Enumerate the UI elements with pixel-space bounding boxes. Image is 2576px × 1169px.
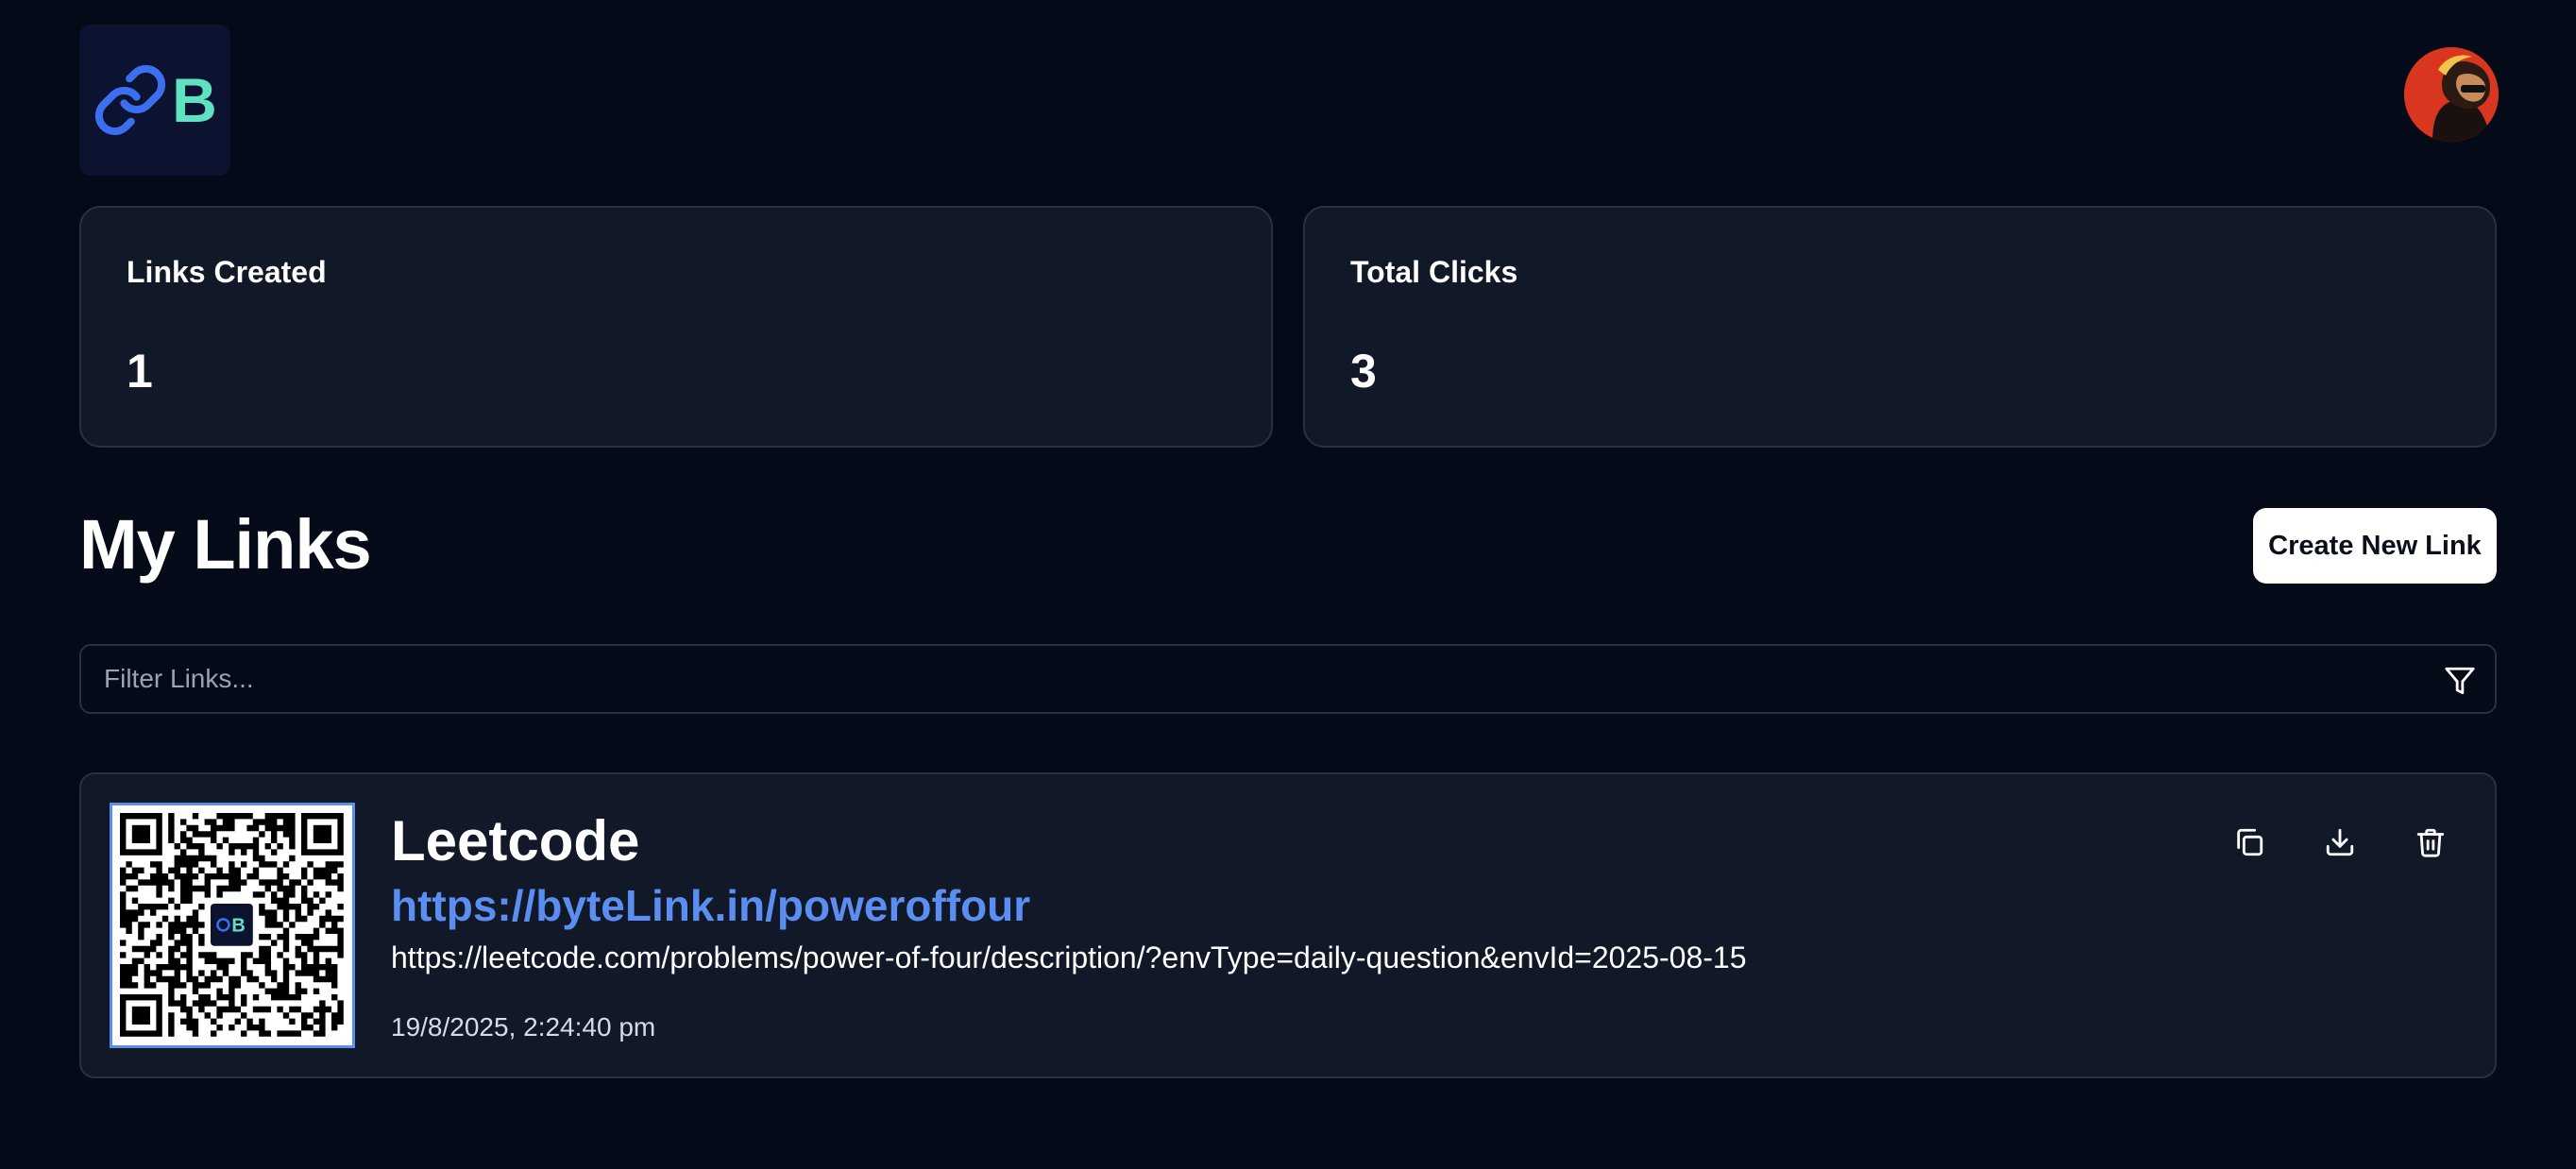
original-url: https://leetcode.com/problems/power-of-f…: [391, 940, 1747, 974]
short-link[interactable]: https://byteLink.in/poweroffour: [391, 880, 1030, 931]
stat-label: Total Clicks: [1350, 255, 1518, 289]
link-title: Leetcode: [391, 809, 640, 873]
stat-value: 3: [1350, 345, 1377, 398]
user-avatar[interactable]: [2404, 47, 2499, 142]
logo-letter: B: [172, 65, 217, 135]
qr-code-image: B: [120, 813, 344, 1037]
delete-button[interactable]: [2406, 818, 2455, 867]
link-card: B Leetcode https://byteLink.in/poweroffo…: [79, 772, 2497, 1078]
download-icon: [2326, 828, 2354, 856]
stat-card-total-clicks: Total Clicks 3: [1303, 206, 2497, 448]
download-button[interactable]: [2315, 818, 2364, 867]
qr-center-letter: B: [231, 916, 245, 937]
trash-icon: [2416, 828, 2445, 857]
link-icon: [95, 64, 166, 136]
filter-links-input[interactable]: [104, 646, 2408, 712]
stat-card-links-created: Links Created 1: [79, 206, 1273, 448]
stat-value: 1: [127, 345, 153, 398]
app-logo[interactable]: B: [79, 25, 230, 176]
create-new-link-button[interactable]: Create New Link: [2253, 508, 2497, 584]
copy-icon: [2237, 828, 2263, 856]
qr-code[interactable]: B: [110, 803, 355, 1048]
created-timestamp: 19/8/2025, 2:24:40 pm: [391, 1012, 656, 1042]
dashboard-page: B Links Created 1 Total Clicks 3 My Link…: [0, 0, 2576, 1169]
avatar-image: [2404, 47, 2499, 142]
filter-icon[interactable]: [2444, 665, 2476, 697]
page-title: My Links: [79, 505, 372, 584]
copy-button[interactable]: [2225, 818, 2274, 867]
stat-label: Links Created: [127, 255, 327, 289]
filter-box: [79, 644, 2497, 714]
